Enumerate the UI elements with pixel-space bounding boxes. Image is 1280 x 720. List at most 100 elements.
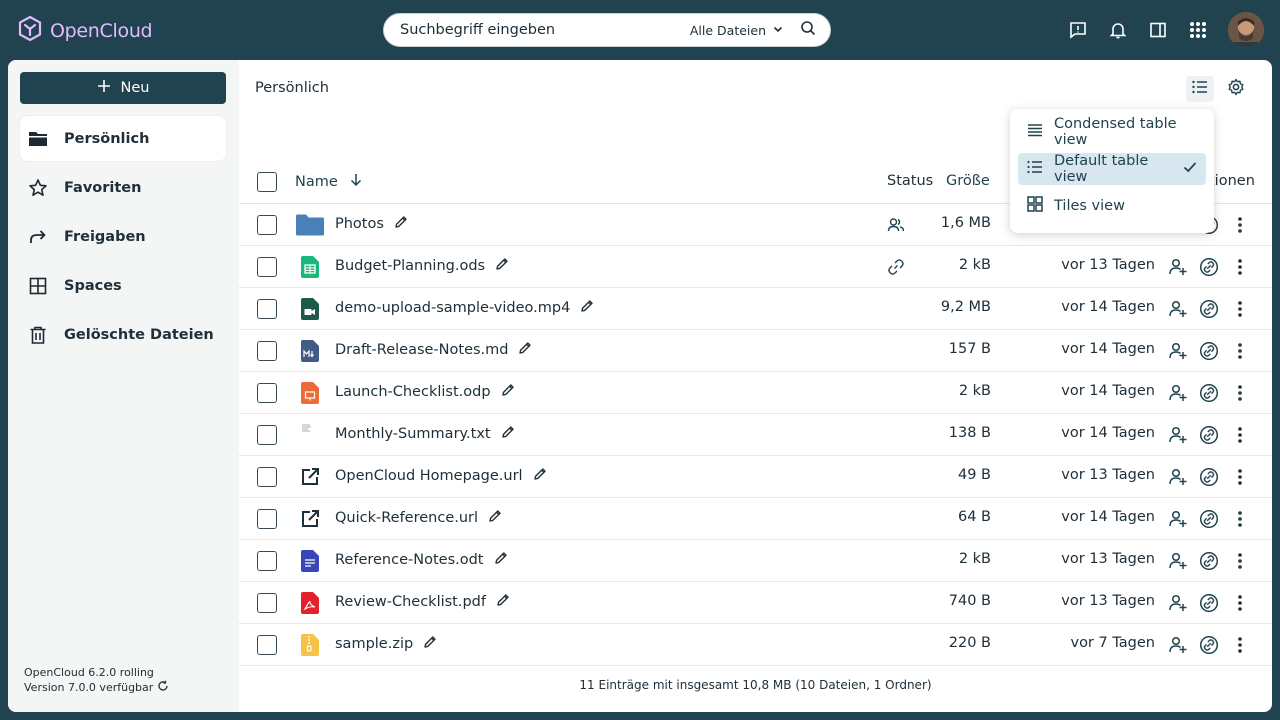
refresh-icon[interactable] [157,680,169,696]
sidebar-item-trash[interactable]: Gelöschte Dateien [20,312,226,357]
add-share-icon[interactable] [1167,382,1189,404]
link-icon[interactable] [1198,424,1220,446]
add-share-icon[interactable] [1167,298,1189,320]
add-share-icon[interactable] [1167,592,1189,614]
sidebar-item-personal[interactable]: Persönlich [20,116,226,161]
link-icon[interactable] [1198,256,1220,278]
link-icon[interactable] [1198,634,1220,656]
link-icon[interactable] [1198,466,1220,488]
add-share-icon[interactable] [1167,550,1189,572]
more-actions-icon[interactable] [1229,256,1251,278]
more-actions-icon[interactable] [1229,340,1251,362]
new-button[interactable]: Neu [20,72,226,104]
shared-users-icon[interactable] [887,216,905,234]
table-row[interactable]: Reference-Notes.odt 2 kB vor 13 Tagen [239,540,1272,582]
more-actions-icon[interactable] [1229,214,1251,236]
link-status-icon[interactable] [887,258,905,276]
row-checkbox[interactable] [257,299,277,319]
more-actions-icon[interactable] [1229,424,1251,446]
add-share-icon[interactable] [1167,340,1189,362]
row-checkbox[interactable] [257,467,277,487]
file-name[interactable]: demo-upload-sample-video.mp4 [335,300,570,316]
more-actions-icon[interactable] [1229,298,1251,320]
table-row[interactable]: OpenCloud Homepage.url 49 B vor 13 Tagen [239,456,1272,498]
search-icon[interactable] [800,20,816,40]
select-all-checkbox[interactable] [257,172,277,192]
file-name[interactable]: Review-Checklist.pdf [335,594,486,610]
file-name[interactable]: Launch-Checklist.odp [335,384,491,400]
presentation-file-icon[interactable] [295,381,325,405]
add-share-icon[interactable] [1167,256,1189,278]
search-filter-dropdown[interactable]: Alle Dateien [690,23,784,38]
row-checkbox[interactable] [257,635,277,655]
link-icon[interactable] [1198,550,1220,572]
brand[interactable]: OpenCloud [18,15,153,47]
row-checkbox[interactable] [257,383,277,403]
settings-button[interactable] [1222,76,1250,102]
sidebar-panel-icon[interactable] [1138,10,1178,50]
add-share-icon[interactable] [1167,508,1189,530]
link-icon[interactable] [1198,382,1220,404]
more-actions-icon[interactable] [1229,382,1251,404]
search-input[interactable] [400,22,690,38]
pdf-file-icon[interactable] [295,591,325,615]
markdown-file-icon[interactable] [295,339,325,363]
file-name[interactable]: Reference-Notes.odt [335,552,484,568]
feedback-icon[interactable] [1058,10,1098,50]
row-checkbox[interactable] [257,509,277,529]
file-name[interactable]: Draft-Release-Notes.md [335,342,508,358]
sidebar-item-shares[interactable]: Freigaben [20,214,226,259]
row-checkbox[interactable] [257,425,277,445]
file-name[interactable]: Budget-Planning.ods [335,258,485,274]
pencil-icon[interactable] [496,593,510,611]
avatar[interactable] [1228,12,1264,48]
file-name[interactable]: Quick-Reference.url [335,510,478,526]
menu-item-condensed-view[interactable]: Condensed table view [1018,116,1206,148]
link-icon[interactable] [1198,340,1220,362]
add-share-icon[interactable] [1167,634,1189,656]
add-share-icon[interactable] [1167,466,1189,488]
row-checkbox[interactable] [257,257,277,277]
more-actions-icon[interactable] [1229,634,1251,656]
file-name[interactable]: Monthly-Summary.txt [335,426,491,442]
external-link-icon[interactable] [295,465,325,489]
link-icon[interactable] [1198,592,1220,614]
file-name[interactable]: sample.zip [335,636,413,652]
sidebar-item-spaces[interactable]: Spaces [20,263,226,308]
pencil-icon[interactable] [580,299,594,317]
apps-grid-icon[interactable] [1178,10,1218,50]
row-checkbox[interactable] [257,341,277,361]
bell-icon[interactable] [1098,10,1138,50]
file-name[interactable]: OpenCloud Homepage.url [335,468,523,484]
table-row[interactable]: Review-Checklist.pdf 740 B vor 13 Tagen [239,582,1272,624]
row-checkbox[interactable] [257,215,277,235]
view-options-button[interactable] [1186,76,1214,102]
add-share-icon[interactable] [1167,424,1189,446]
menu-item-tiles-view[interactable]: Tiles view [1018,190,1206,222]
document-file-icon[interactable] [295,549,325,573]
pencil-icon[interactable] [423,635,437,653]
row-checkbox[interactable] [257,593,277,613]
more-actions-icon[interactable] [1229,592,1251,614]
pencil-icon[interactable] [501,425,515,443]
table-row[interactable]: Launch-Checklist.odp 2 kB vor 14 Tagen [239,372,1272,414]
pencil-icon[interactable] [488,509,502,527]
table-row[interactable]: sample.zip 220 B vor 7 Tagen [239,624,1272,666]
pencil-icon[interactable] [533,467,547,485]
link-icon[interactable] [1198,508,1220,530]
pencil-icon[interactable] [495,257,509,275]
pencil-icon[interactable] [494,551,508,569]
table-row[interactable]: Quick-Reference.url 64 B vor 14 Tagen [239,498,1272,540]
table-row[interactable]: demo-upload-sample-video.mp4 9,2 MB vor 14… [239,288,1272,330]
more-actions-icon[interactable] [1229,550,1251,572]
more-actions-icon[interactable] [1229,466,1251,488]
file-name[interactable]: Photos [335,216,384,232]
column-header-size[interactable]: Größe [946,173,990,189]
spreadsheet-file-icon[interactable] [295,255,325,279]
more-actions-icon[interactable] [1229,508,1251,530]
external-link-icon[interactable] [295,507,325,531]
pencil-icon[interactable] [501,383,515,401]
folder-icon[interactable] [295,213,325,237]
pencil-icon[interactable] [518,341,532,359]
menu-item-default-view[interactable]: Default table view [1018,153,1206,185]
